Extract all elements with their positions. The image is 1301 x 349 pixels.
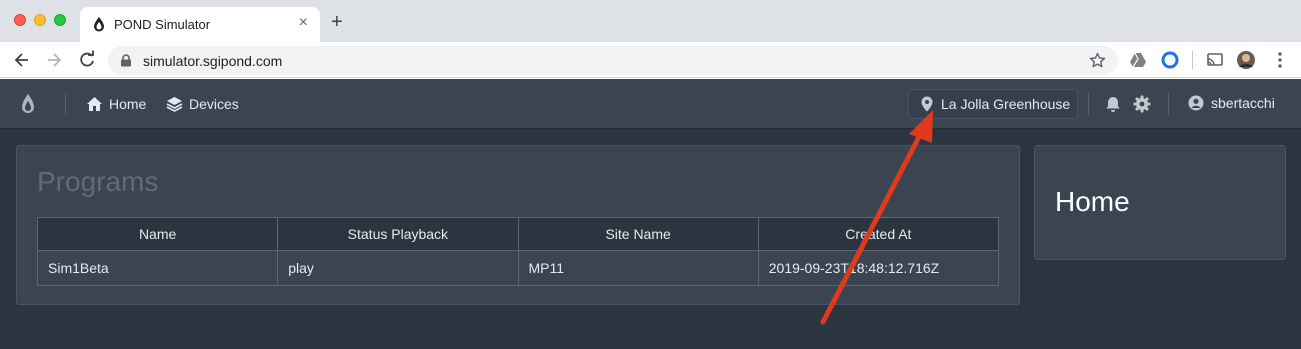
programs-table: Name Status Playback Site Name Created A… xyxy=(36,217,1000,286)
forward-arrow-icon[interactable] xyxy=(44,50,64,70)
user-menu-link[interactable]: sbertacchi xyxy=(1188,95,1275,111)
more-menu-icon[interactable] xyxy=(1270,50,1290,70)
location-selector-button[interactable]: La Jolla Greenhouse xyxy=(908,89,1078,119)
nav-home-link[interactable]: Home xyxy=(86,95,146,113)
toolbar-divider xyxy=(1192,51,1193,69)
layers-icon xyxy=(166,97,183,112)
nav-devices-label: Devices xyxy=(189,96,239,112)
cell-status-playback: play xyxy=(277,250,519,286)
ring-extension-icon[interactable] xyxy=(1160,50,1180,70)
address-bar[interactable]: simulator.sgipond.com xyxy=(108,46,1118,75)
browser-toolbar: simulator.sgipond.com xyxy=(0,42,1301,78)
back-arrow-icon[interactable] xyxy=(12,50,32,70)
user-circle-icon xyxy=(1188,95,1204,111)
url-text[interactable]: simulator.sgipond.com xyxy=(143,53,282,69)
cast-icon[interactable] xyxy=(1205,50,1225,70)
bookmark-star-icon[interactable] xyxy=(1089,52,1106,69)
browser-tab[interactable]: POND Simulator × xyxy=(80,7,320,42)
home-panel-title: Home xyxy=(1055,186,1130,217)
navbar-divider xyxy=(1168,93,1169,115)
close-window-button[interactable] xyxy=(14,14,26,26)
table-header-row: Name Status Playback Site Name Created A… xyxy=(36,217,1000,251)
table-row[interactable]: Sim1Beta play MP11 2019-09-23T18:48:12.7… xyxy=(36,250,1000,286)
column-header-created-at[interactable]: Created At xyxy=(757,217,1000,251)
app-viewport: Home Devices La Jolla Greenhouse sbertac… xyxy=(0,79,1301,349)
nav-devices-link[interactable]: Devices xyxy=(166,95,239,113)
navbar-divider xyxy=(1088,93,1089,115)
reload-icon[interactable] xyxy=(77,50,97,70)
pond-logo-icon[interactable] xyxy=(20,93,36,115)
location-label: La Jolla Greenhouse xyxy=(941,96,1071,112)
programs-panel: Programs Name Status Playback Site Name … xyxy=(16,145,1020,305)
user-name: sbertacchi xyxy=(1211,95,1275,111)
cell-site-name: MP11 xyxy=(517,250,759,286)
column-header-site-name[interactable]: Site Name xyxy=(517,217,759,251)
tab-title: POND Simulator xyxy=(114,17,211,32)
lock-icon[interactable] xyxy=(120,54,132,67)
tab-close-icon[interactable]: × xyxy=(299,14,308,32)
navbar-divider xyxy=(65,93,66,115)
maximize-window-button[interactable] xyxy=(54,14,66,26)
new-tab-button[interactable]: + xyxy=(331,12,343,32)
drive-extension-icon[interactable] xyxy=(1128,50,1148,70)
cell-name: Sim1Beta xyxy=(36,250,279,286)
app-navbar: Home Devices La Jolla Greenhouse sbertac… xyxy=(0,79,1301,129)
cell-created-at: 2019-09-23T18:48:12.716Z xyxy=(757,250,1000,286)
drop-favicon-icon xyxy=(94,17,104,32)
profile-avatar-icon[interactable] xyxy=(1236,50,1256,70)
bell-icon[interactable] xyxy=(1104,95,1122,113)
minimize-window-button[interactable] xyxy=(34,14,46,26)
map-marker-icon xyxy=(921,96,933,112)
programs-title: Programs xyxy=(37,166,159,197)
gear-icon[interactable] xyxy=(1133,95,1151,113)
home-panel: Home xyxy=(1034,145,1286,260)
home-icon xyxy=(87,97,102,111)
column-header-name[interactable]: Name xyxy=(36,217,279,251)
nav-home-label: Home xyxy=(109,96,147,112)
column-header-status-playback[interactable]: Status Playback xyxy=(277,217,519,251)
browser-tabstrip: POND Simulator × + xyxy=(0,0,1301,42)
